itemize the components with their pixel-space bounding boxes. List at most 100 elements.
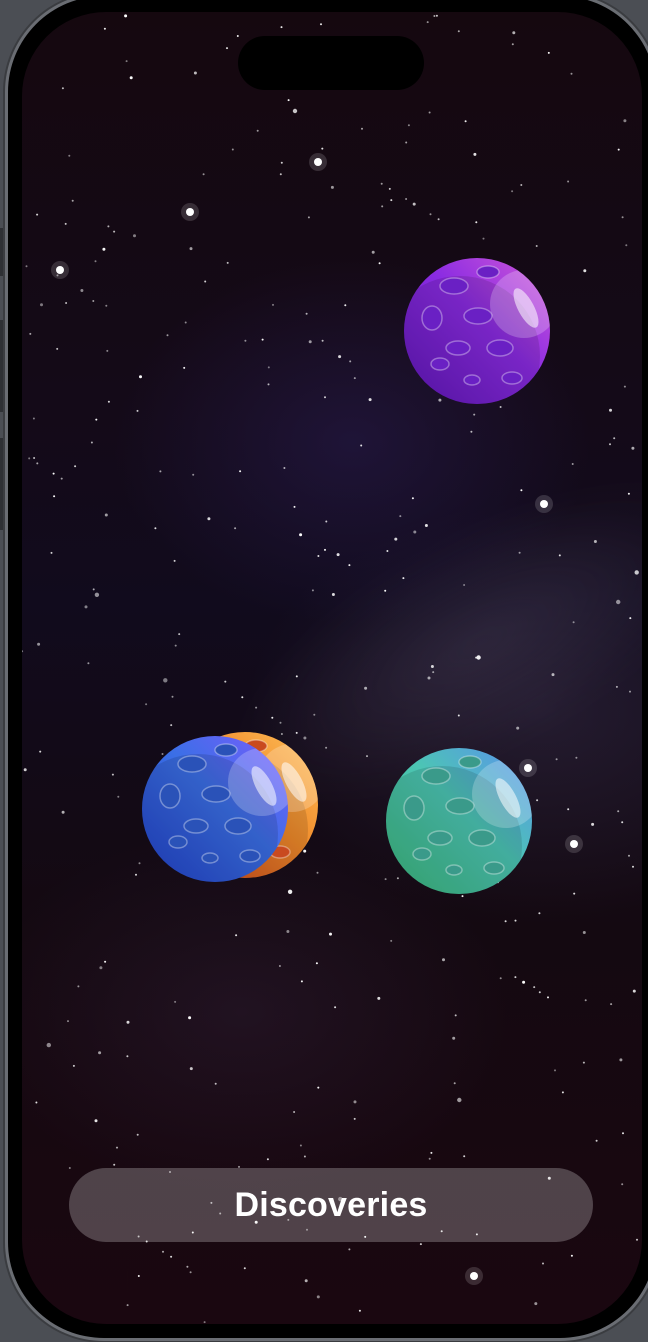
star <box>473 152 477 156</box>
star <box>329 932 332 936</box>
star <box>538 991 541 994</box>
star <box>623 119 627 123</box>
bright-star <box>314 158 322 166</box>
star <box>390 939 393 942</box>
star <box>279 721 282 724</box>
star <box>348 564 351 567</box>
volume-up-button <box>0 320 6 412</box>
star <box>135 873 137 876</box>
star <box>353 377 356 380</box>
dynamic-island <box>238 36 424 90</box>
star <box>241 696 244 699</box>
star <box>67 1020 69 1023</box>
star <box>536 799 539 802</box>
discoveries-button[interactable]: Discoveries <box>69 1168 593 1242</box>
crater <box>183 818 209 834</box>
star <box>71 199 74 202</box>
star <box>430 1151 433 1154</box>
star <box>98 1051 102 1055</box>
star <box>193 71 197 75</box>
star <box>394 537 398 541</box>
star <box>433 15 436 17</box>
star <box>239 470 242 473</box>
star <box>311 589 314 592</box>
star <box>538 912 541 915</box>
star <box>520 184 523 186</box>
star <box>617 810 620 813</box>
star <box>402 577 405 580</box>
star <box>324 548 326 551</box>
blue-planet[interactable] <box>140 734 290 884</box>
star <box>189 1067 193 1071</box>
star <box>287 889 293 894</box>
star <box>36 462 39 465</box>
star <box>32 417 35 420</box>
star <box>303 1155 306 1158</box>
green-planet[interactable] <box>384 746 534 896</box>
star <box>520 489 523 492</box>
star <box>107 225 110 228</box>
star <box>74 465 77 468</box>
star <box>92 300 95 302</box>
star <box>36 213 39 216</box>
crater <box>501 371 523 385</box>
volume-down-button <box>0 438 6 530</box>
star <box>377 996 381 1000</box>
star <box>476 655 481 660</box>
star <box>145 703 148 706</box>
star <box>380 182 383 185</box>
star <box>584 999 587 1002</box>
star <box>567 180 570 183</box>
star <box>547 996 549 999</box>
star <box>426 21 429 24</box>
star <box>61 87 64 90</box>
star <box>522 980 526 984</box>
star <box>514 976 517 979</box>
star <box>126 1304 129 1307</box>
star <box>325 520 328 523</box>
star <box>226 261 229 264</box>
star <box>358 1309 361 1312</box>
star <box>349 360 352 363</box>
star <box>366 755 368 758</box>
star <box>344 304 347 307</box>
star <box>616 599 621 605</box>
crater <box>421 767 451 785</box>
star <box>293 1111 296 1113</box>
purple-planet[interactable] <box>402 256 552 406</box>
star <box>499 977 502 980</box>
star <box>189 247 193 251</box>
star <box>518 551 521 554</box>
star <box>547 51 550 54</box>
star <box>514 919 517 922</box>
star <box>625 244 628 247</box>
star <box>475 221 478 224</box>
star <box>279 173 282 176</box>
crater <box>463 374 481 386</box>
star <box>68 1167 71 1169</box>
star <box>224 680 227 683</box>
star <box>317 1086 320 1089</box>
star <box>573 892 576 895</box>
star <box>92 588 95 591</box>
star <box>280 161 283 164</box>
bright-star <box>570 840 578 848</box>
star <box>453 1082 456 1085</box>
star <box>591 822 595 826</box>
star <box>171 695 174 698</box>
star <box>558 554 561 557</box>
star <box>435 14 438 17</box>
crater <box>486 339 514 357</box>
star <box>321 147 324 150</box>
star <box>235 934 238 937</box>
bright-star <box>186 208 194 216</box>
star <box>204 280 207 283</box>
star <box>236 35 239 37</box>
star <box>226 47 228 50</box>
star <box>286 930 290 933</box>
star <box>35 1101 38 1104</box>
star <box>23 1294 26 1297</box>
star <box>154 527 157 530</box>
star <box>324 396 326 399</box>
star <box>338 355 342 359</box>
